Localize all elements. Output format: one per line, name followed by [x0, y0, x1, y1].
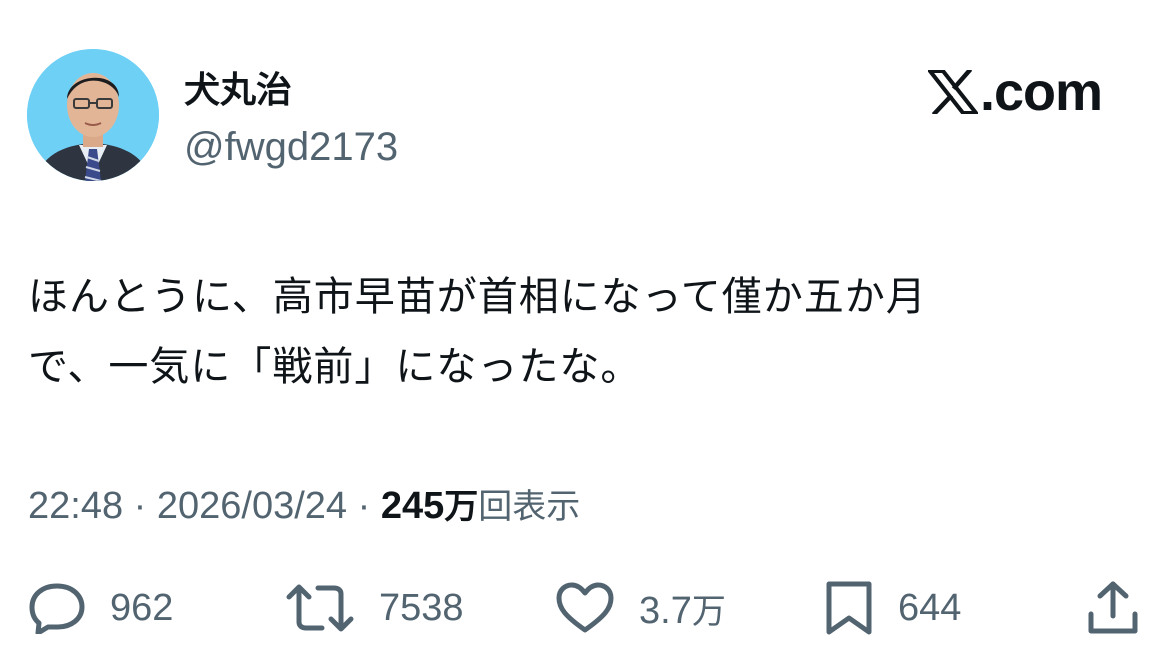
- tweet-meta: 22:48 · 2026/03/24 · 245万回表示: [28, 481, 580, 532]
- tweet-text: ほんとうに、高市早苗が首相になって僅か五か月 で、一気に「戦前」になったな。: [28, 274, 927, 390]
- repost-button[interactable]: 7538: [285, 578, 464, 638]
- like-icon: [556, 582, 614, 633]
- x-logo-icon: [927, 70, 978, 114]
- share-button[interactable]: [1086, 578, 1140, 638]
- views-unit: 万: [444, 487, 479, 527]
- bookmark-button[interactable]: 644: [824, 578, 961, 638]
- like-count-unit: 万: [691, 591, 726, 632]
- reply-count: 962: [110, 586, 174, 629]
- bookmark-icon: [826, 581, 872, 635]
- meta-separator: ·: [123, 485, 157, 527]
- author-display-name[interactable]: 犬丸治: [184, 70, 292, 112]
- like-button[interactable]: 3.7万: [555, 578, 726, 638]
- bookmark-count: 644: [898, 586, 962, 629]
- tweet-action-bar: 962 7538 3.7万 644: [0, 578, 1170, 638]
- tweet-time[interactable]: 22:48: [28, 485, 123, 527]
- like-count-number: 3.7: [639, 589, 692, 632]
- reply-button[interactable]: 962: [28, 578, 173, 638]
- reply-icon: [29, 583, 85, 634]
- views-label: 回表示: [478, 487, 581, 527]
- author-handle[interactable]: @fwgd2173: [184, 125, 398, 169]
- repost-count: 7538: [379, 586, 464, 629]
- tweet-date[interactable]: 2026/03/24: [157, 485, 347, 527]
- like-count: 3.7万: [639, 584, 726, 633]
- avatar[interactable]: [27, 49, 159, 181]
- avatar-photo: [27, 49, 159, 181]
- meta-separator: ·: [347, 485, 381, 527]
- repost-icon: [286, 584, 354, 632]
- share-icon: [1088, 581, 1138, 634]
- x-dot-com-brand: .com: [927, 62, 1103, 122]
- views-count: 245: [380, 485, 445, 527]
- brand-domain-text: .com: [979, 62, 1103, 122]
